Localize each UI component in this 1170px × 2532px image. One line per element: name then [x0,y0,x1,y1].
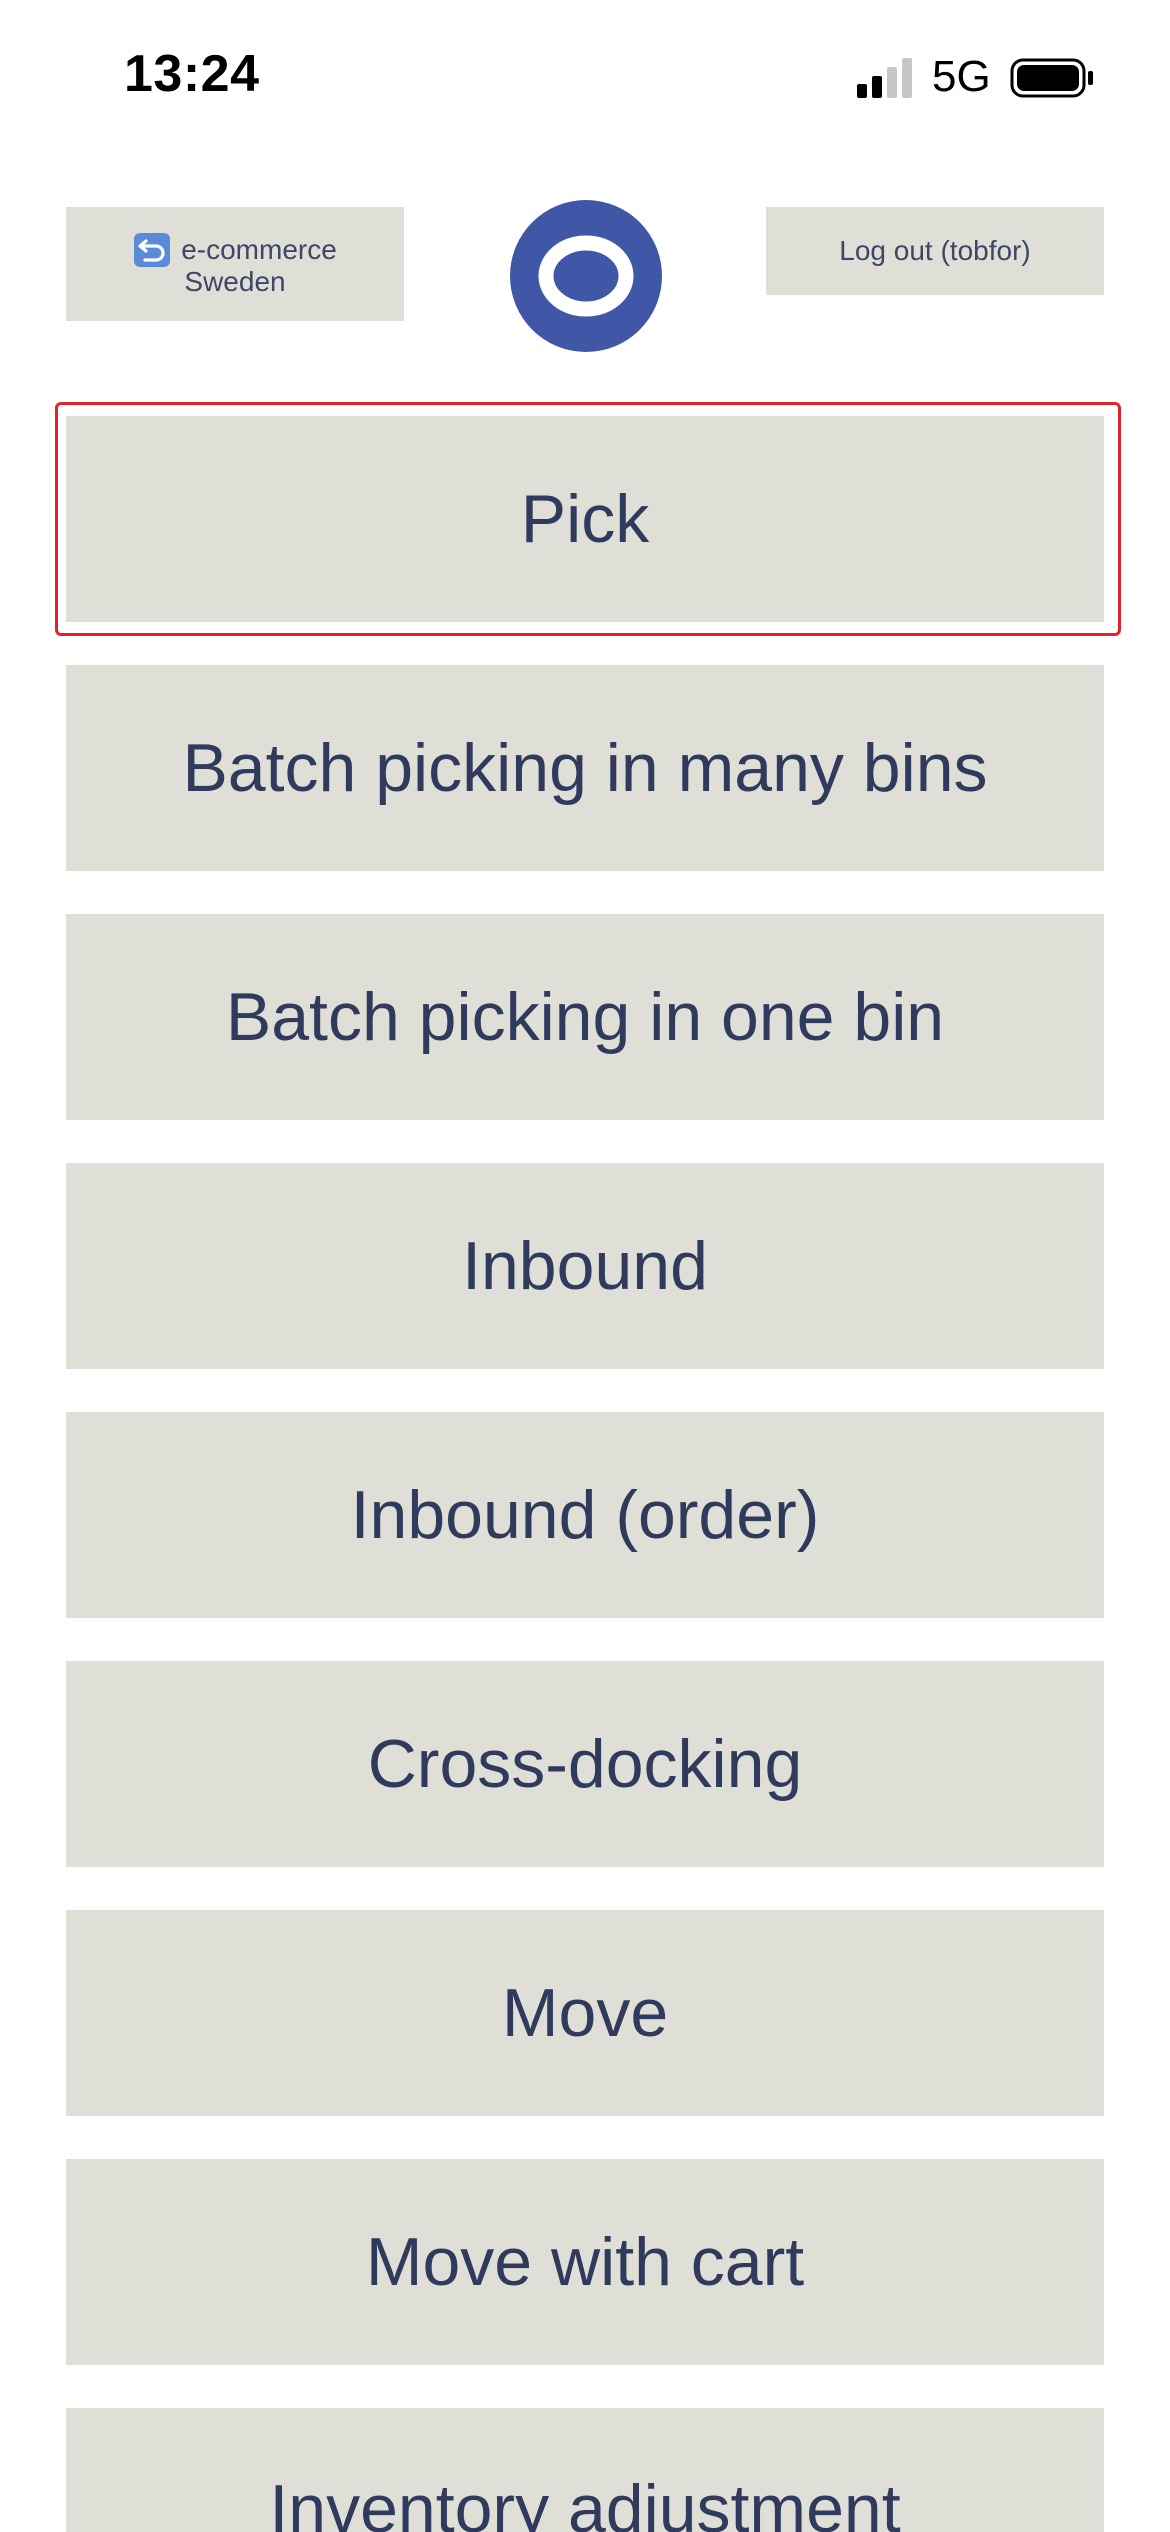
menu-item-inbound-order[interactable]: Inbound (order) [66,1412,1104,1618]
company-label-row: e-commerce [133,232,337,268]
company-label-line2: Sweden [184,266,286,297]
company-switch-button[interactable]: e-commerce Sweden [66,207,404,321]
battery-icon [1010,58,1093,98]
menu-item-inventory-adjustment[interactable]: Inventory adjustment [66,2408,1104,2532]
logout-button[interactable]: Log out (tobfor) [766,207,1104,295]
menu-item-batch-picking-one-bin[interactable]: Batch picking in one bin [66,914,1104,1120]
ring-logo-icon [510,200,662,352]
menu-item-pick[interactable]: Pick [66,416,1104,622]
menu-item-move[interactable]: Move [66,1910,1104,2116]
status-time: 13:24 [124,45,260,103]
cellular-signal-icon [857,58,912,98]
network-label: 5G [932,52,991,101]
app-screen: 13:24 5G e-commerce Sweden Log out (tobf… [0,0,1170,2532]
menu-item-inbound[interactable]: Inbound [66,1163,1104,1369]
menu-item-move-with-cart[interactable]: Move with cart [66,2159,1104,2365]
return-arrow-icon [134,233,171,267]
status-bar: 13:24 5G [0,0,1170,150]
company-label-line1: e-commerce [181,234,337,265]
menu-item-cross-docking[interactable]: Cross-docking [66,1661,1104,1867]
menu-item-batch-picking-many-bins[interactable]: Batch picking in many bins [66,665,1104,871]
